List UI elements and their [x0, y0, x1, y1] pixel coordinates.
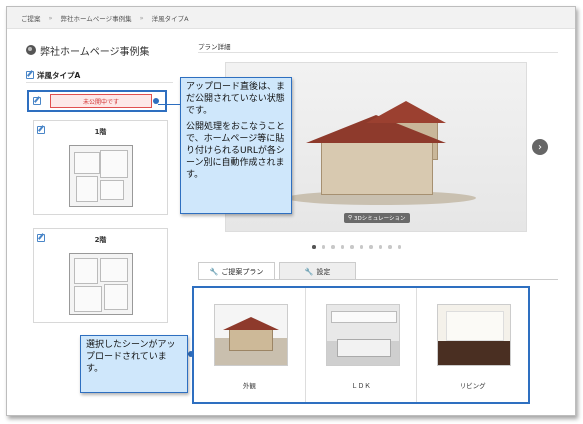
breadcrumb-separator: »	[48, 13, 53, 22]
3d-simulation-label[interactable]: ⚲ 3Dシミュレーション	[344, 213, 410, 223]
carousel-dot[interactable]	[397, 245, 401, 249]
callout-scenes-note: 選択したシーンがアップロードされています。	[80, 335, 188, 393]
carousel-dot[interactable]	[321, 245, 325, 249]
scene-list: 外観 ＬＤＫ リビング	[192, 286, 530, 404]
site-title: 弊社ホームページ事例集	[26, 40, 173, 60]
house-shape	[321, 138, 433, 195]
roof-shape	[366, 101, 446, 123]
tab-proposal-plan[interactable]: 🔧 ご提案プラン	[198, 262, 275, 280]
edit-icon[interactable]	[26, 71, 34, 79]
carousel-dot[interactable]	[331, 245, 335, 249]
carousel-dot[interactable]	[388, 245, 392, 249]
search-icon: ⚲	[348, 215, 353, 221]
carousel-dot[interactable]	[312, 245, 316, 249]
breadcrumb: ご提案 » 弊社ホームページ事例集 » 洋風タイプA	[7, 7, 575, 29]
scene-item-living[interactable]: リビング	[417, 288, 528, 402]
divider	[198, 279, 558, 280]
status-row: 未公開中です	[27, 90, 167, 112]
breadcrumb-item-gallery[interactable]: 弊社ホームページ事例集	[60, 13, 131, 23]
breadcrumb-item-current: 洋風タイプA	[151, 14, 189, 23]
floorplan-1f-image	[69, 145, 133, 207]
divider	[198, 52, 558, 53]
breadcrumb-item-proposal[interactable]: ご提案	[21, 13, 41, 23]
wrench-icon: 🔧	[209, 267, 219, 276]
scene-label: 外観	[242, 382, 256, 390]
scene-thumbnail[interactable]	[214, 304, 288, 366]
floor-label: 2階	[94, 236, 107, 244]
site-title-text: 弊社ホームページ事例集	[40, 46, 150, 58]
callout-anchor-dot	[188, 351, 194, 357]
globe-icon	[26, 45, 36, 55]
callout-connector	[158, 104, 180, 105]
carousel-dot[interactable]	[359, 245, 363, 249]
callout-text: 選択したシーンがアップロードされています。	[86, 340, 176, 374]
callout-text: アップロード直後は、まだ公開されていない状態です。	[186, 82, 286, 116]
carousel-dot[interactable]	[378, 245, 382, 249]
scene-label: リビング	[459, 382, 486, 390]
callout-status-note: アップロード直後は、まだ公開されていない状態です。 公開処理をおこなうことで、ホ…	[180, 77, 292, 214]
floor-card-2f[interactable]: 2階	[33, 228, 168, 323]
tab-settings[interactable]: 🔧 設定	[279, 262, 356, 280]
breadcrumb-separator: »	[139, 13, 144, 22]
plan-name-text: 洋風タイプA	[37, 70, 81, 80]
scene-item-exterior[interactable]: 外観	[194, 288, 306, 402]
sidebar: 弊社ホームページ事例集 洋風タイプA 未公開中です 1階 2階	[26, 40, 173, 340]
plan-detail-heading: プラン詳細	[198, 43, 231, 51]
floorplan-2f-image	[69, 253, 133, 315]
carousel-dot[interactable]	[350, 245, 354, 249]
next-slide-button[interactable]: ›	[532, 139, 548, 155]
carousel-dots	[312, 245, 401, 249]
floor-label: 1階	[94, 128, 107, 136]
callout-text: 公開処理をおこなうことで、ホームページ等に貼り付けられるURLが各シーン別に自動…	[186, 122, 286, 180]
plan-name: 洋風タイプA	[26, 68, 173, 83]
status-badge: 未公開中です	[50, 94, 152, 108]
carousel-dot[interactable]	[369, 245, 373, 249]
scene-label: ＬＤＫ	[351, 382, 371, 390]
wrench-icon: 🔧	[304, 267, 314, 276]
carousel-dot[interactable]	[340, 245, 344, 249]
edit-icon[interactable]	[33, 97, 41, 105]
tab-bar: 🔧 ご提案プラン 🔧 設定	[198, 262, 356, 280]
scene-thumbnail[interactable]	[325, 304, 400, 366]
scene-thumbnail[interactable]	[437, 304, 512, 366]
floor-card-1f[interactable]: 1階	[33, 120, 168, 215]
scene-item-ldk[interactable]: ＬＤＫ	[306, 288, 418, 402]
